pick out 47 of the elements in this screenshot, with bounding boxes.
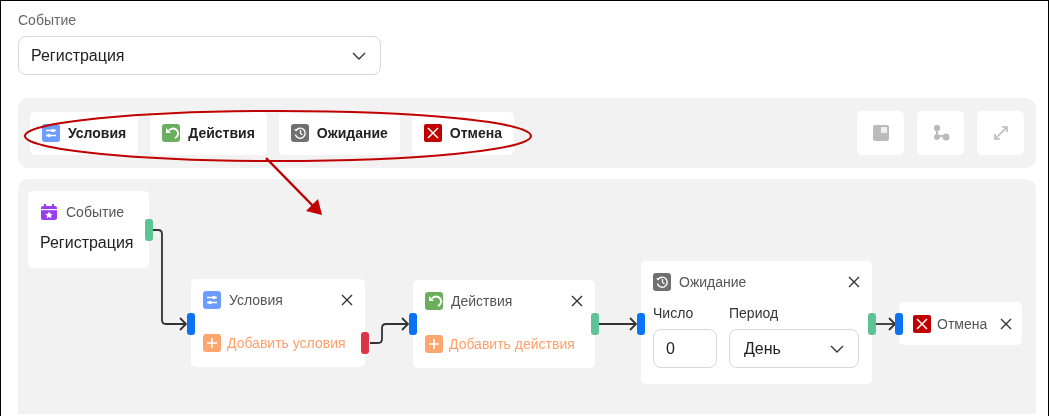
expand-button[interactable] (977, 111, 1024, 155)
minimap-icon (871, 124, 890, 142)
nodes-icon (931, 124, 950, 142)
node-title: Событие (66, 204, 125, 220)
event-name: Регистрация (40, 234, 135, 252)
cancel-icon (423, 124, 442, 142)
plus-icon (425, 335, 443, 353)
plus-icon (203, 334, 221, 352)
history-icon (653, 273, 671, 291)
event-select[interactable]: Регистрация (18, 36, 381, 75)
output-port[interactable] (868, 313, 876, 335)
palette-button[interactable]: Условия (30, 111, 139, 155)
input-port[interactable] (895, 313, 903, 335)
output-port[interactable] (361, 332, 369, 354)
expand-icon (991, 124, 1010, 142)
close-icon[interactable] (848, 276, 860, 288)
palette-button[interactable]: Действия (150, 111, 267, 155)
palette-button[interactable]: Отмена (411, 111, 514, 155)
history-icon (290, 124, 309, 142)
cancel-icon (913, 314, 931, 333)
node-title: Отмена (937, 315, 989, 332)
connector-arrow (875, 317, 897, 331)
output-port[interactable] (591, 313, 599, 335)
chevron-down-icon (352, 51, 366, 60)
close-icon[interactable] (341, 294, 353, 306)
field-label: Число (653, 305, 695, 321)
close-icon[interactable] (1000, 317, 1012, 330)
sliders-icon (203, 291, 221, 309)
annotation-arrow (265, 157, 322, 215)
input-port[interactable] (409, 313, 417, 335)
node-title: Условия (229, 292, 284, 308)
input-port[interactable] (187, 313, 195, 335)
period-select[interactable]: День (729, 329, 859, 368)
input-port[interactable] (637, 313, 645, 335)
number-field[interactable]: 0 (653, 329, 717, 368)
field-label: Событие (18, 12, 77, 28)
minimap-button[interactable] (857, 111, 904, 155)
palette-button[interactable]: Ожидание (278, 111, 400, 155)
node-title: Ожидание (679, 274, 748, 290)
field-label: Период (729, 305, 780, 321)
node-title: Действия (451, 293, 514, 309)
connector-arrow (598, 317, 638, 331)
connector-arrow (369, 317, 410, 344)
chevron-down-icon (830, 344, 844, 353)
output-port[interactable] (145, 219, 153, 241)
layout-button[interactable] (917, 111, 964, 155)
close-icon[interactable] (571, 295, 583, 307)
